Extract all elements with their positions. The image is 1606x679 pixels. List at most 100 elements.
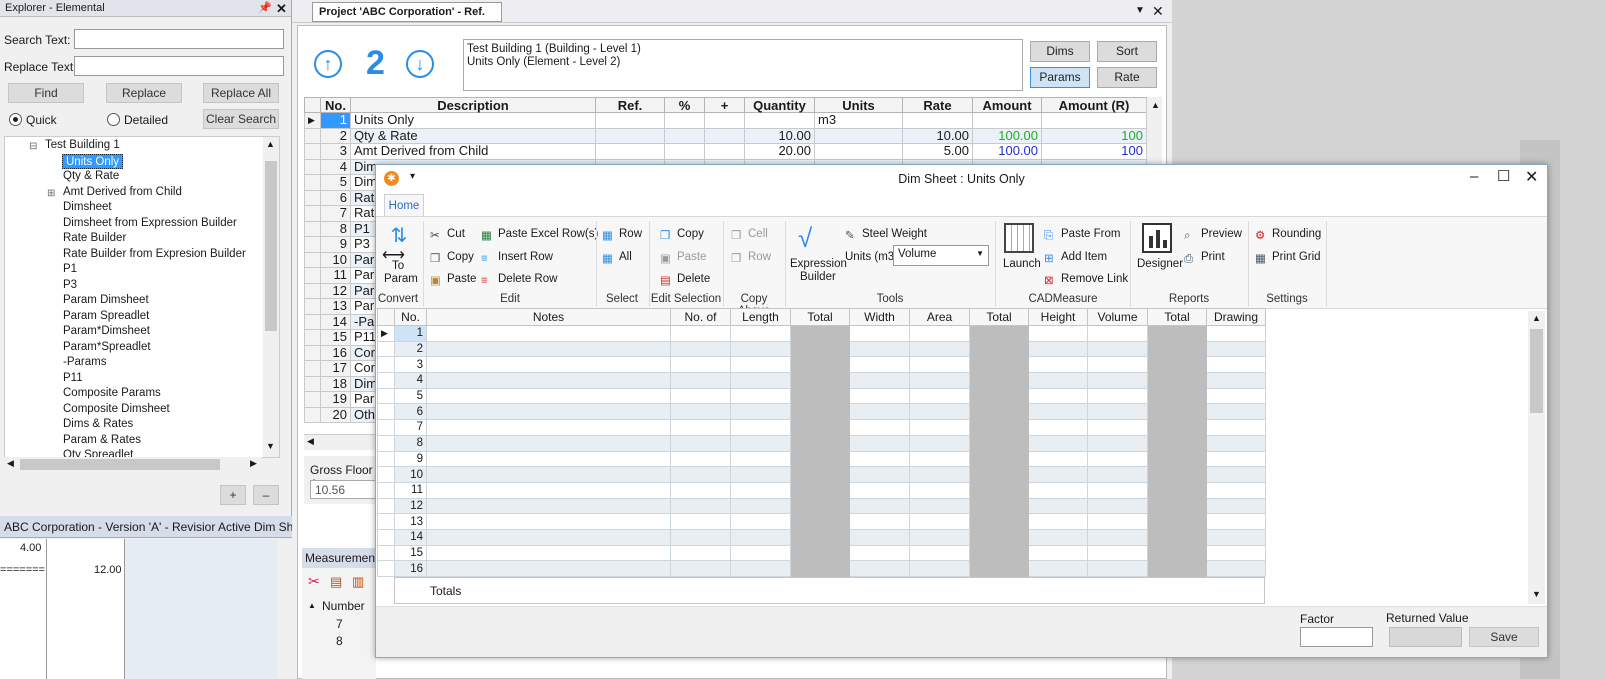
- quick-radio[interactable]: [9, 113, 22, 126]
- replace-all-button[interactable]: Replace All: [203, 83, 279, 103]
- table-cell[interactable]: [1147, 434, 1207, 452]
- table-cell[interactable]: m3: [814, 112, 903, 129]
- table-cell[interactable]: [849, 434, 910, 452]
- sort-asc-icon[interactable]: ▲: [308, 601, 316, 610]
- table-cell[interactable]: [730, 481, 791, 499]
- table-cell[interactable]: [790, 356, 850, 374]
- table-cell[interactable]: [1028, 419, 1088, 436]
- table-cell[interactable]: [670, 419, 731, 436]
- table-cell[interactable]: 20.00: [744, 143, 815, 160]
- table-cell[interactable]: [969, 513, 1029, 530]
- table-cell[interactable]: [670, 481, 731, 499]
- table-cell[interactable]: 12: [394, 497, 427, 515]
- table-cell[interactable]: [730, 434, 791, 452]
- table-cell[interactable]: [730, 419, 791, 436]
- row-selector[interactable]: ▶: [304, 112, 321, 129]
- table-cell[interactable]: [730, 340, 791, 358]
- table-cell[interactable]: [909, 497, 970, 515]
- preview-button[interactable]: ⌕ Preview: [1184, 227, 1242, 242]
- row-selector[interactable]: [377, 387, 395, 405]
- table-cell[interactable]: [1206, 497, 1266, 515]
- table-cell[interactable]: [1206, 387, 1266, 405]
- table-cell[interactable]: [730, 466, 791, 483]
- table-cell[interactable]: [909, 403, 970, 421]
- table-cell[interactable]: [849, 528, 910, 546]
- table-cell[interactable]: [790, 419, 850, 436]
- table-row[interactable]: 4: [377, 372, 1266, 389]
- row-selector[interactable]: [377, 560, 395, 577]
- table-cell[interactable]: [1028, 497, 1088, 515]
- table-cell[interactable]: [730, 513, 791, 530]
- row-selector[interactable]: ▶: [377, 325, 395, 342]
- table-cell[interactable]: [426, 434, 671, 452]
- table-cell[interactable]: 100.00: [972, 127, 1042, 144]
- column-header[interactable]: Ref.: [595, 97, 665, 113]
- table-row[interactable]: 16: [377, 560, 1266, 577]
- table-row[interactable]: 11: [377, 481, 1266, 499]
- scroll-up-icon[interactable]: ▲: [1532, 313, 1541, 323]
- tree-node[interactable]: Rate Builder from Expresion Builder: [63, 247, 246, 262]
- scroll-left-icon[interactable]: ◀: [307, 436, 314, 447]
- table-cell[interactable]: Units Only: [350, 112, 596, 129]
- table-cell[interactable]: [1028, 434, 1088, 452]
- table-cell[interactable]: [1206, 466, 1266, 483]
- table-row[interactable]: 13: [377, 513, 1266, 530]
- replace-input[interactable]: [74, 56, 284, 76]
- column-header[interactable]: No.: [394, 308, 427, 326]
- table-cell[interactable]: 20: [320, 406, 351, 423]
- insert-row-button[interactable]: ≡ Insert Row: [481, 250, 553, 265]
- cut-button[interactable]: ✂ Cut: [430, 227, 465, 242]
- table-cell[interactable]: 5.00: [902, 143, 973, 160]
- table-cell[interactable]: [909, 387, 970, 405]
- table-cell[interactable]: [670, 340, 731, 358]
- select-all-button[interactable]: ▦ All: [602, 250, 632, 265]
- minimize-icon[interactable]: –: [1470, 168, 1478, 185]
- print-grid-button[interactable]: ▦ Print Grid: [1255, 250, 1321, 265]
- table-cell[interactable]: [790, 466, 850, 483]
- table-cell[interactable]: 16: [320, 344, 351, 361]
- row-selector[interactable]: [304, 143, 321, 160]
- table-cell[interactable]: [730, 544, 791, 562]
- level-down-button[interactable]: ↓: [406, 50, 434, 78]
- row-selector[interactable]: [304, 220, 321, 237]
- row-selector[interactable]: [304, 329, 321, 346]
- table-cell[interactable]: [969, 403, 1029, 421]
- tree-node-building[interactable]: Test Building 1: [45, 138, 120, 153]
- table-cell[interactable]: [972, 112, 1042, 129]
- search-input[interactable]: [74, 29, 284, 49]
- table-cell[interactable]: 10: [320, 251, 351, 268]
- table-cell[interactable]: [969, 340, 1029, 358]
- table-cell[interactable]: [426, 544, 671, 562]
- table-cell[interactable]: [790, 325, 850, 342]
- table-cell[interactable]: 3: [394, 356, 427, 374]
- table-cell[interactable]: [1206, 560, 1266, 577]
- table-cell[interactable]: [849, 340, 910, 358]
- table-cell[interactable]: [1028, 325, 1088, 342]
- table-cell[interactable]: [664, 112, 705, 129]
- table-cell[interactable]: [730, 387, 791, 405]
- table-cell[interactable]: [1087, 356, 1148, 374]
- table-cell[interactable]: [1028, 466, 1088, 483]
- row-selector[interactable]: [377, 497, 395, 515]
- table-row[interactable]: 14: [377, 528, 1266, 546]
- launch-label[interactable]: Launch: [1003, 257, 1041, 271]
- table-cell[interactable]: [1028, 403, 1088, 421]
- column-header[interactable]: No.: [320, 97, 351, 113]
- designer-icon[interactable]: [1142, 223, 1172, 253]
- row-selector[interactable]: [377, 544, 395, 562]
- row-selector[interactable]: [377, 403, 395, 421]
- row-selector[interactable]: [377, 356, 395, 374]
- table-cell[interactable]: [1147, 528, 1207, 546]
- copy-cell-button[interactable]: ❐ Cell: [731, 227, 768, 242]
- table-cell[interactable]: [1147, 466, 1207, 483]
- maximize-icon[interactable]: ☐: [1497, 167, 1510, 185]
- table-cell[interactable]: 19: [320, 391, 351, 408]
- table-cell[interactable]: [849, 419, 910, 436]
- row-selector[interactable]: [304, 406, 321, 423]
- table-row[interactable]: 5: [377, 387, 1266, 405]
- table-cell[interactable]: [1087, 481, 1148, 499]
- table-cell[interactable]: 100: [1041, 143, 1147, 160]
- row-selector[interactable]: [377, 481, 395, 499]
- table-cell[interactable]: [909, 340, 970, 358]
- table-cell[interactable]: [1147, 340, 1207, 358]
